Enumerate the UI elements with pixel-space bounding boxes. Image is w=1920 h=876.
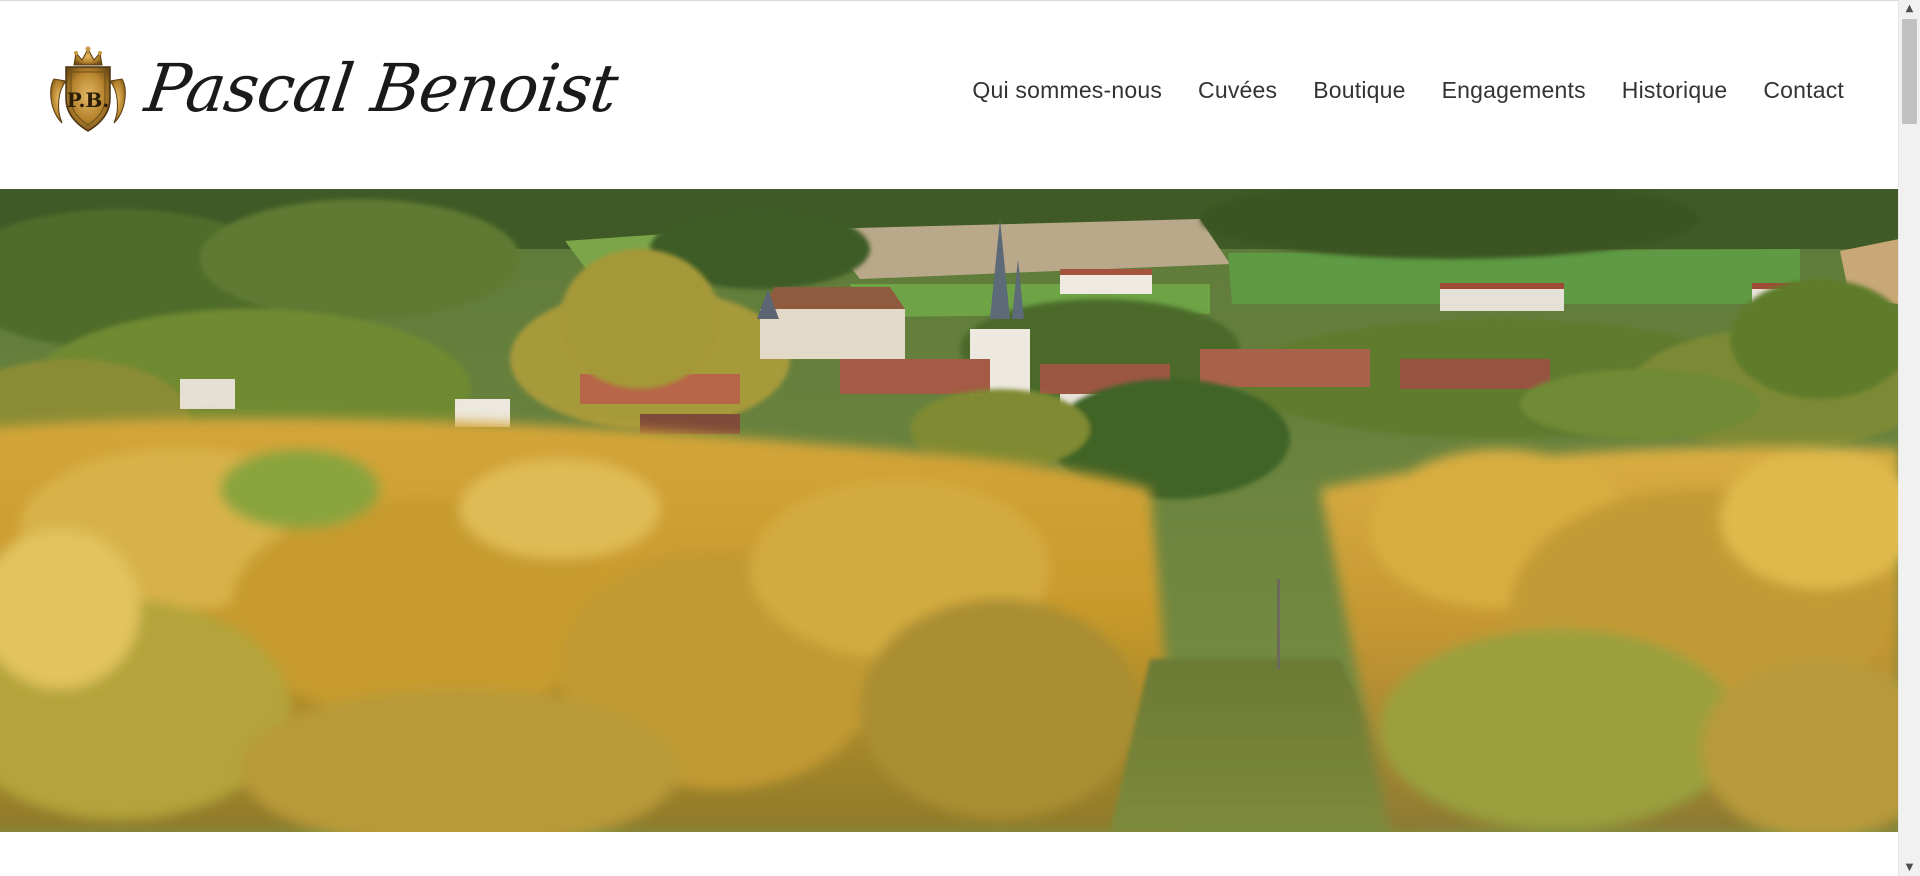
nav-item-historique[interactable]: Historique: [1604, 75, 1746, 105]
chevron-down-icon[interactable]: ▼: [1899, 859, 1920, 876]
nav-item-boutique[interactable]: Boutique: [1295, 75, 1423, 105]
logo-link[interactable]: P.B. Pascal Benoist: [46, 45, 622, 133]
nav-item-cuvees[interactable]: Cuvées: [1180, 75, 1295, 105]
vineyard-village-photo-icon: [0, 189, 1899, 832]
scrollbar-thumb[interactable]: [1902, 19, 1917, 124]
crest-icon: P.B.: [50, 46, 126, 132]
crest-monogram: P.B.: [67, 88, 110, 112]
brand-name: Pascal Benoist: [140, 50, 622, 127]
site-header: P.B. Pascal Benoist Qui sommes-nous Cuvé…: [0, 1, 1899, 189]
nav-item-qui-sommes-nous[interactable]: Qui sommes-nous: [954, 75, 1180, 105]
page-scrollbar[interactable]: ▲ ▼: [1898, 0, 1920, 876]
nav-item-contact[interactable]: Contact: [1745, 75, 1844, 105]
chevron-up-icon[interactable]: ▲: [1899, 0, 1920, 17]
main-nav: Qui sommes-nous Cuvées Boutique Engageme…: [954, 75, 1844, 105]
nav-item-engagements[interactable]: Engagements: [1424, 75, 1604, 105]
page: P.B. Pascal Benoist Qui sommes-nous Cuvé…: [0, 0, 1920, 876]
hero-banner: [0, 189, 1899, 832]
